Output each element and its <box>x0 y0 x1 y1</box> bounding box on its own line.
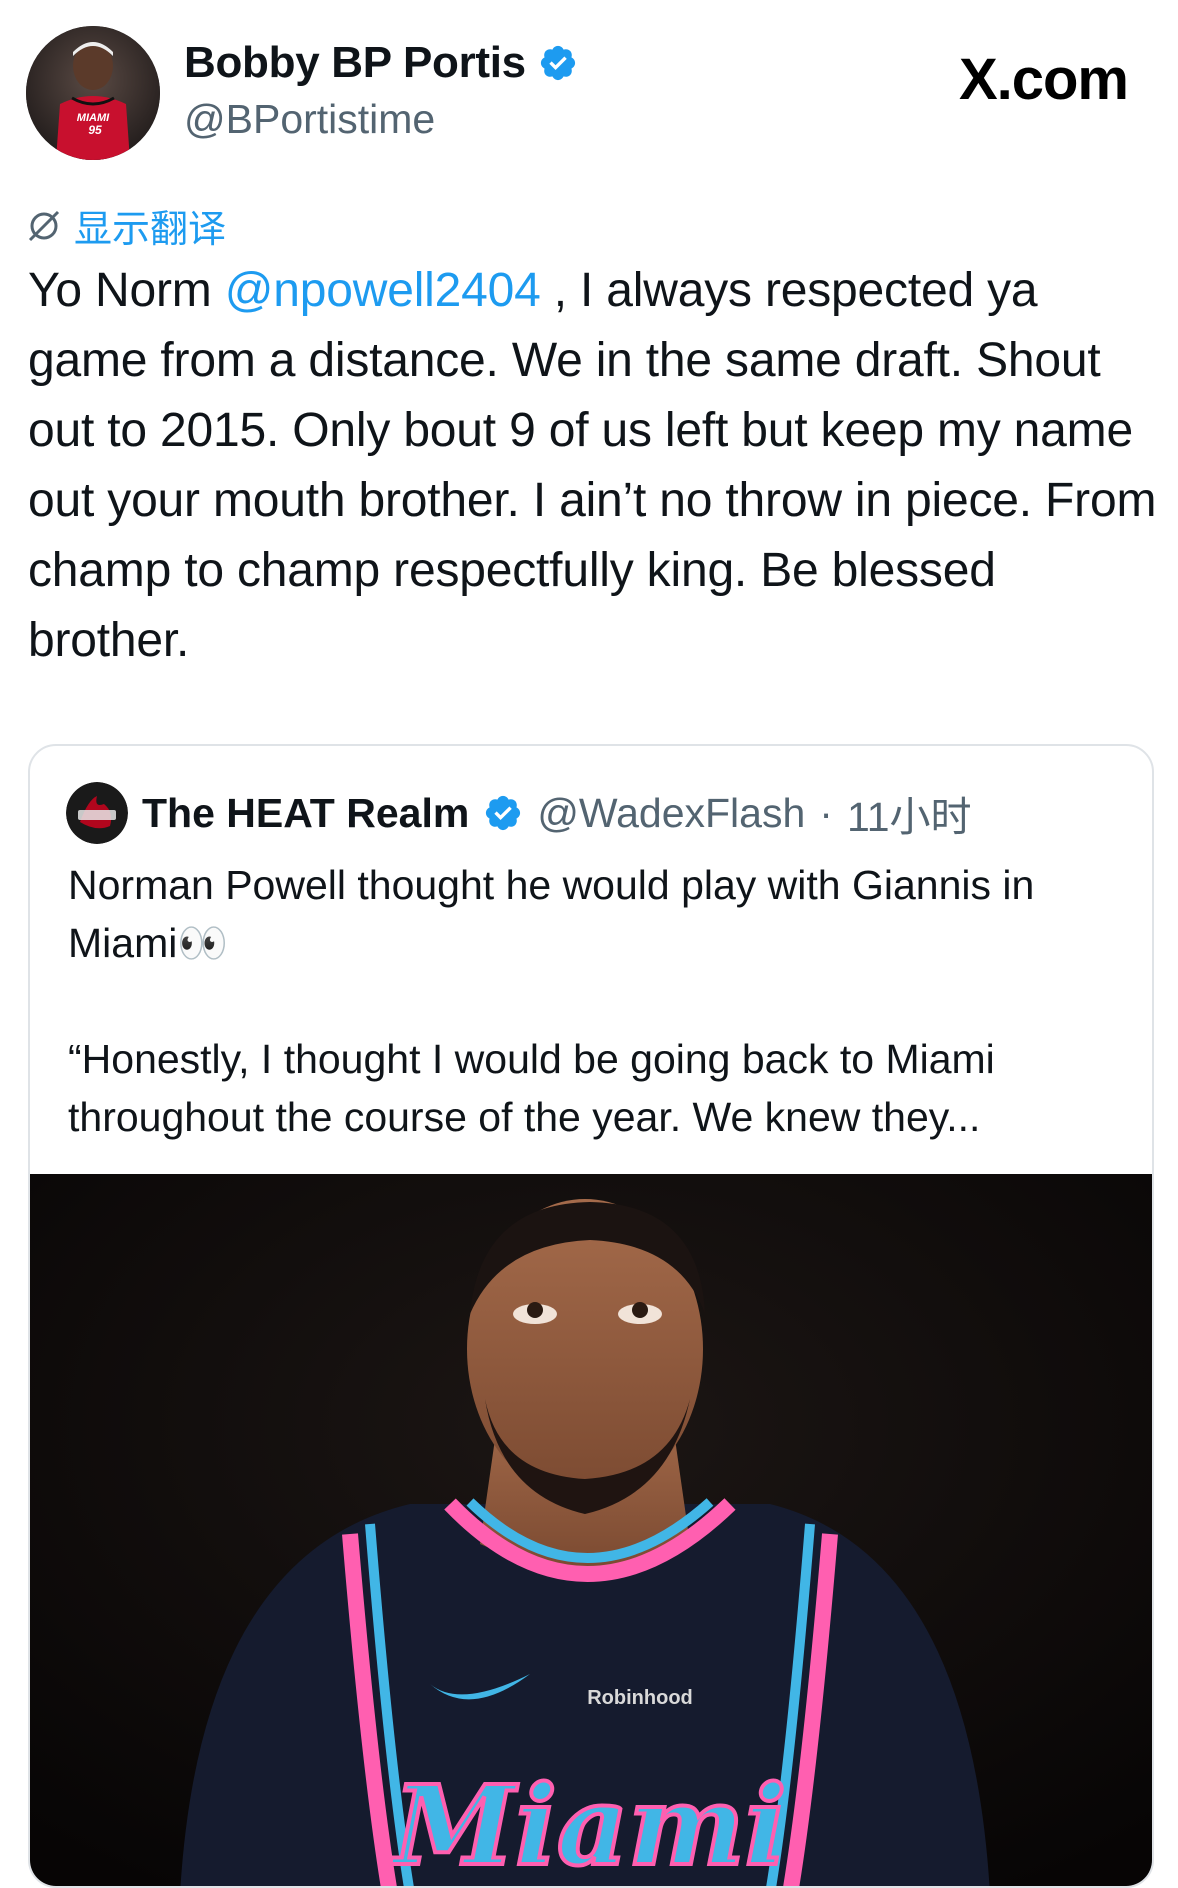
author-avatar[interactable]: MIAMI 95 <box>26 26 160 160</box>
jersey-script-text: Miami <box>389 1761 786 1888</box>
avatar-jersey-number: 95 <box>88 123 102 137</box>
jersey-sponsor-text: Robinhood <box>587 1687 693 1709</box>
quoted-timestamp[interactable]: 11小时 <box>847 783 972 843</box>
mention-link[interactable]: @npowell2404 <box>225 264 541 317</box>
quoted-verified-badge-icon <box>486 795 521 831</box>
translate-label[interactable]: 显示翻译 <box>74 198 226 253</box>
author-avatar-image: MIAMI 95 <box>26 26 160 160</box>
author-name[interactable]: Bobby BP Portis <box>184 38 526 88</box>
author-name-row[interactable]: Bobby BP Portis <box>184 38 578 88</box>
heat-realm-logo-icon <box>66 782 128 844</box>
quoted-avatar[interactable] <box>66 782 128 844</box>
quoted-separator: · <box>819 789 833 836</box>
tweet-text-after: , I always respected ya game from a dist… <box>28 264 1157 667</box>
translate-link[interactable]: 显示翻译 <box>26 198 226 253</box>
quoted-author-handle[interactable]: @WadexFlash <box>537 790 805 837</box>
translate-globe-icon <box>28 210 60 241</box>
verified-badge-icon <box>540 45 575 81</box>
quoted-tweet-card[interactable]: The HEAT Realm @WadexFlash · 11小时 Norman… <box>28 744 1154 1888</box>
quoted-paragraph-1: Norman Powell thought he would play with… <box>68 862 1035 966</box>
tweet-text-before: Yo Norm <box>28 264 225 317</box>
author-handle[interactable]: @BPortistime <box>184 96 435 143</box>
quoted-tweet-text: Norman Powell thought he would play with… <box>68 856 1118 1146</box>
quoted-media-photo[interactable]: Robinhood Miami <box>30 1174 1152 1888</box>
quoted-author-name[interactable]: The HEAT Realm <box>142 790 469 837</box>
tweet-text: Yo Norm @npowell2404 , I always respecte… <box>28 256 1158 676</box>
quoted-paragraph-2: “Honestly, I thought I would be going ba… <box>68 1036 995 1140</box>
quoted-tweet-header: The HEAT Realm @WadexFlash · 11小时 <box>66 782 972 844</box>
site-logo: X.com <box>958 47 1129 112</box>
